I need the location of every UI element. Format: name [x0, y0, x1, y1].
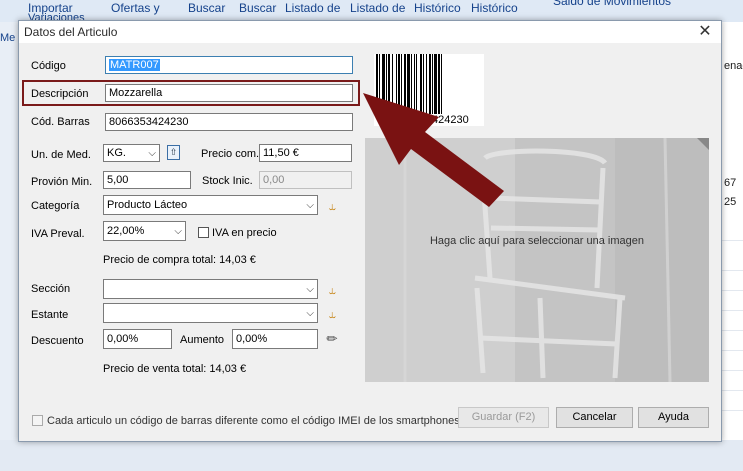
article-dialog: Datos del Articulo ✕ Código MATR007 Desc…: [18, 20, 722, 442]
close-button[interactable]: ✕: [693, 22, 717, 42]
ribbon-ofertas[interactable]: Ofertas y: [111, 1, 160, 15]
precio-compra-total: Precio de compra total: 14,03 €: [103, 254, 256, 266]
ribbon-listado-1[interactable]: Listado de: [285, 1, 340, 15]
chevron-down-icon: ⌵: [306, 284, 314, 295]
corner-fold-icon: [697, 138, 709, 150]
estante-select[interactable]: ⌵: [103, 303, 318, 323]
descripcion-input[interactable]: Mozzarella: [105, 84, 353, 102]
grid-header: enac: [724, 60, 743, 72]
ribbon-historico-2[interactable]: Histórico: [471, 1, 518, 15]
annotation-arrow: [363, 93, 504, 207]
grid-value: 67: [724, 177, 737, 189]
aumento-input[interactable]: 0,00%: [232, 329, 318, 349]
provision-min-label: Provión Min.: [31, 176, 93, 188]
pin-icon[interactable]: ⥿: [329, 199, 336, 214]
seccion-select[interactable]: ⌵: [103, 279, 318, 299]
precio-venta-total: Precio de venta total: 14,03 €: [103, 363, 247, 375]
descuento-label: Descuento: [31, 335, 84, 347]
ribbon-listado-2[interactable]: Listado de: [350, 1, 405, 15]
pin-icon[interactable]: ⥿: [329, 283, 336, 298]
chevron-down-icon: ⌵: [306, 200, 314, 211]
imei-checkbox[interactable]: [32, 415, 43, 426]
iva-preval-label: IVA Preval.: [31, 228, 85, 240]
seccion-label: Sección: [31, 283, 71, 295]
ribbon-buscar-2[interactable]: Buscar: [239, 1, 276, 15]
iva-preval-value: 22,00%: [107, 225, 145, 237]
un-med-select[interactable]: KG. ⌵: [103, 144, 160, 162]
descuento-input[interactable]: 0,00%: [103, 329, 172, 349]
precio-com-input[interactable]: 11,50 €: [259, 144, 352, 162]
aumento-label: Aumento: [180, 334, 225, 346]
dialog-title-bar[interactable]: Datos del Articulo ✕: [19, 21, 721, 43]
precio-com-label: Precio com.: [201, 148, 260, 160]
codigo-label: Código: [31, 60, 66, 72]
cancelar-button[interactable]: Cancelar: [556, 407, 633, 428]
provision-min-input[interactable]: 5,00: [103, 171, 191, 189]
ribbon-historico-1[interactable]: Histórico: [414, 1, 461, 15]
codigo-value: MATR007: [109, 59, 160, 71]
image-hint-text: Haga clic aquí para seleccionar una imag…: [429, 235, 645, 247]
guardar-button[interactable]: Guardar (F2): [458, 407, 549, 428]
background-left-strip: Me: [0, 22, 18, 471]
cod-barras-label: Cód. Barras: [31, 116, 90, 128]
pin-icon[interactable]: ⥿: [329, 307, 336, 322]
stock-inic-input: 0,00: [259, 171, 352, 189]
ribbon-buscar-1[interactable]: Buscar: [188, 1, 225, 15]
un-med-value: KG.: [107, 147, 126, 159]
cod-barras-input[interactable]: 8066353424230: [105, 113, 353, 131]
grid-value: 25: [724, 196, 737, 208]
chevron-down-icon: ⌵: [148, 148, 156, 159]
iva-preval-select[interactable]: 22,00% ⌵: [103, 221, 186, 241]
imei-checkbox-label: Cada articulo un código de barras difere…: [47, 415, 460, 427]
close-icon: ✕: [698, 23, 712, 40]
background-grid-column: enac 67 25: [720, 22, 743, 471]
unit-editor-icon[interactable]: ⇧: [167, 145, 180, 160]
chevron-down-icon: ⌵: [306, 308, 314, 319]
iva-en-precio-label: IVA en precio: [212, 227, 277, 239]
background-bottom-strip: [0, 440, 743, 471]
iva-en-precio-checkbox[interactable]: [198, 227, 209, 238]
stock-inic-label: Stock Inic.: [202, 175, 253, 187]
un-med-label: Un. de Med.: [31, 149, 91, 161]
categoria-label: Categoría: [31, 200, 80, 212]
dialog-title: Datos del Articulo: [24, 25, 118, 39]
ribbon-saldo[interactable]: Saldo de Movimientos: [553, 0, 671, 8]
estante-label: Estante: [31, 309, 69, 321]
ayuda-button[interactable]: Ayuda: [638, 407, 709, 428]
descripcion-label: Descripción: [31, 88, 89, 100]
categoria-select[interactable]: Producto Lácteo ⌵: [103, 195, 318, 215]
chevron-down-icon: ⌵: [174, 226, 182, 237]
pencil-icon[interactable]: ✎: [323, 329, 342, 348]
codigo-input[interactable]: MATR007: [105, 56, 353, 74]
ribbon-me-label: Me: [0, 32, 16, 44]
categoria-value: Producto Lácteo: [107, 199, 188, 211]
